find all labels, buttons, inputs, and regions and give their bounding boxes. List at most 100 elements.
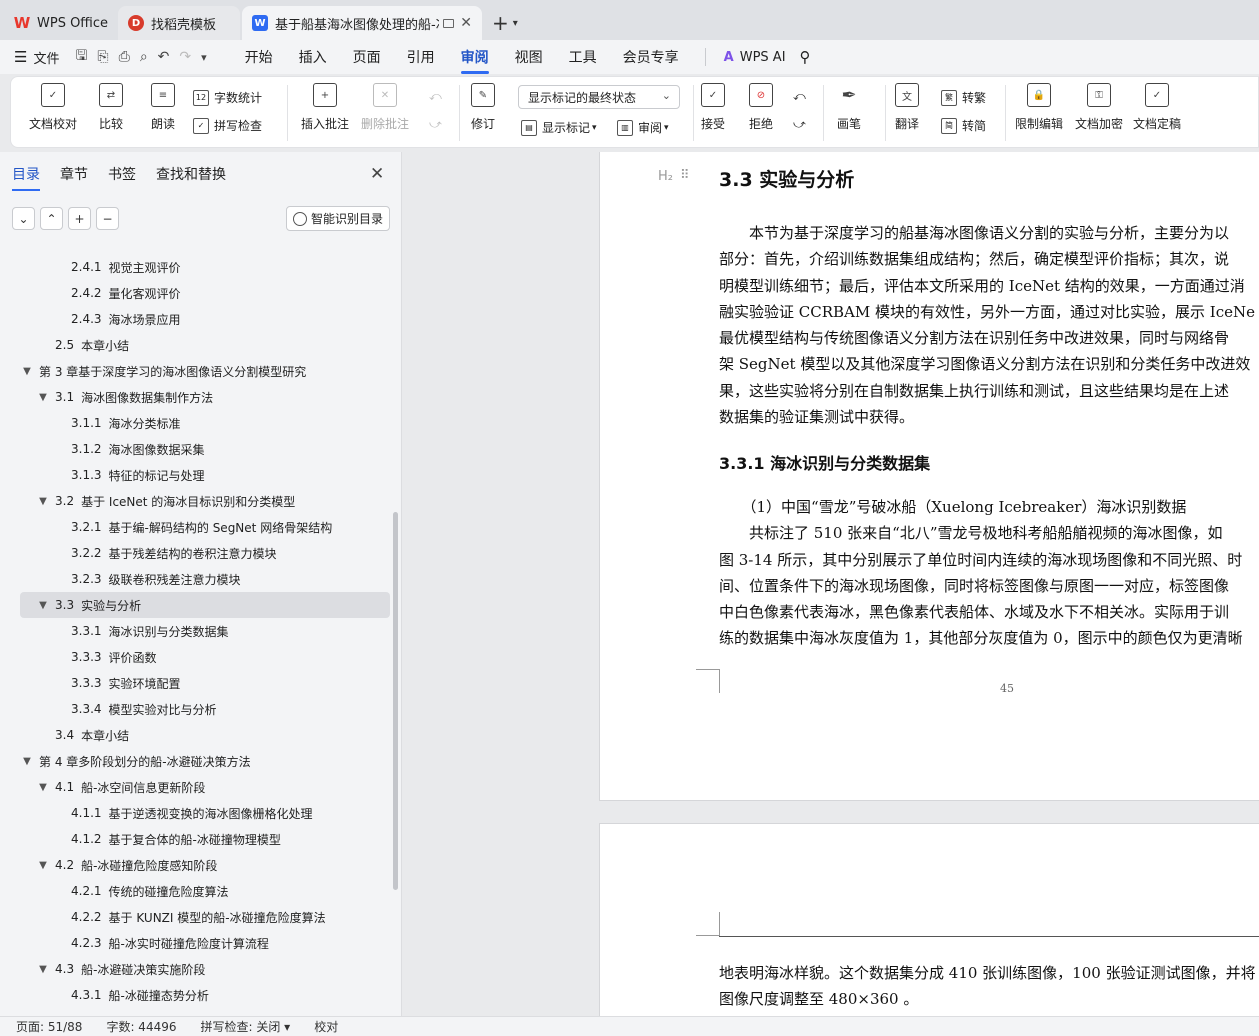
monitor-icon[interactable] [443,18,455,28]
toc-item[interactable]: ▼ 3.2 基于 IceNet 的海冰目标识别和分类模型 [20,488,390,514]
translate-button[interactable]: 文 翻译 [895,83,919,132]
toc-item[interactable]: 3.2.3 级联卷积残差注意力模块 [20,566,390,592]
toc-item[interactable]: 3.4 本章小结 [20,722,390,748]
menu-tools[interactable]: 工具 [569,47,597,67]
word-count-indicator[interactable]: 字数: 44496 [106,1018,176,1035]
doc-check-button[interactable]: ✓ 文档校对 [29,83,77,132]
toc-item[interactable]: 3.1.3 特征的标记与处理 [20,462,390,488]
drag-handle-icon[interactable]: ⠿ [680,168,689,183]
menu-view[interactable]: 视图 [515,47,543,67]
toc-item[interactable]: 2.4.2 量化客观评价 [20,280,390,306]
toc-item[interactable]: ▼ 4.3 船-冰避碰决策实施阶段 [20,956,390,982]
spell-check-status[interactable]: 拼写检查: 关闭 ▾ [201,1018,291,1035]
toc-item[interactable]: ▼ 第 4 章多阶段划分的船-冰避碰决策方法 [20,748,390,774]
menu-member[interactable]: 会员专享 [623,47,679,67]
toc-item[interactable]: 2.4.1 视觉主观评价 [20,254,390,280]
undo-icon[interactable]: ↶ [158,49,170,65]
wps-ai-button[interactable]: A WPS AI [724,50,786,65]
toc-item[interactable]: 4.2.3 船-冰实时碰撞危险度计算流程 [20,930,390,956]
expand-arrow-icon[interactable]: ▼ [36,782,50,793]
toc-item[interactable]: 3.3.1 海冰识别与分类数据集 [20,618,390,644]
redo-icon[interactable]: ↷ [179,49,191,65]
expand-arrow-icon[interactable]: ▼ [20,756,34,767]
expand-arrow-icon[interactable]: ▼ [20,366,34,377]
search-icon[interactable]: ⚲ [800,48,811,66]
expand-arrow-icon[interactable]: ▼ [36,600,50,611]
tab-document[interactable]: W 基于船基海冰图像处理的船-冰 ✕ [242,6,482,40]
tab-bookmarks[interactable]: 书签 [108,164,136,184]
toc-item[interactable]: 3.1.1 海冰分类标准 [20,410,390,436]
file-menu[interactable]: ☰ 文件 [14,48,59,67]
to-traditional-button[interactable]: 繁 转繁 [941,89,986,106]
toc-item[interactable]: ▼ 第 3 章基于深度学习的海冰图像语义分割模型研究 [20,358,390,384]
expand-arrow-icon[interactable]: ▼ [36,496,50,507]
close-icon[interactable]: ✕ [370,164,384,184]
insert-comment-button[interactable]: + 插入批注 [301,83,349,132]
toc-item[interactable]: 3.3.3 评价函数 [20,644,390,670]
finalize-button[interactable]: ✓ 文档定稿 [1133,83,1181,132]
accept-button[interactable]: ✓ 接受 [701,83,725,132]
menu-page[interactable]: 页面 [353,47,381,67]
tab-find-replace[interactable]: 查找和替换 [156,164,226,184]
toc-item[interactable]: ▼ 4.1 船-冰空间信息更新阶段 [20,774,390,800]
toc-item[interactable]: 4.1.2 基于复合体的船-冰碰撞物理模型 [20,826,390,852]
toc-item[interactable]: 3.3.3 实验环境配置 [20,670,390,696]
add-heading-button[interactable]: + [68,207,91,230]
print-icon[interactable]: ⎙ [119,49,130,65]
expand-arrow-icon[interactable]: ▼ [36,860,50,871]
toc-item[interactable]: 4.2.2 基于 KUNZI 模型的船-冰碰撞危险度算法 [20,904,390,930]
chevron-down-icon[interactable]: ▾ [513,18,518,29]
tab-wps-office[interactable]: W WPS Office [4,6,116,40]
close-tab-icon[interactable]: ✕ [460,15,472,31]
remove-heading-button[interactable]: − [96,207,119,230]
share-icon[interactable]: ⎘ [97,49,108,65]
menu-start[interactable]: 开始 [245,47,273,67]
restrict-edit-button[interactable]: 🔒 限制编辑 [1015,83,1063,132]
new-tab-button[interactable]: + ▾ [484,6,526,40]
menu-insert[interactable]: 插入 [299,47,327,67]
toc-item[interactable]: 4.2.1 传统的碰撞危险度算法 [20,878,390,904]
toc-item[interactable]: 3.3.4 模型实验对比与分析 [20,696,390,722]
toc-item[interactable]: 2.4.3 海冰场景应用 [20,306,390,332]
tab-sections[interactable]: 章节 [60,164,88,184]
more-chevron-icon[interactable]: ▾ [201,51,207,64]
tab-docer-templates[interactable]: D 找稻壳模板 [118,6,240,40]
compare-button[interactable]: ⇄ 比较 [99,83,123,132]
expand-arrow-icon[interactable]: ▼ [36,392,50,403]
review-pane-button[interactable]: ▥ 审阅 ▾ [617,119,669,136]
toc-item[interactable]: 4.1.1 基于逆透视变换的海冰图像栅格化处理 [20,800,390,826]
toc-item[interactable]: ▼ 3.1 海冰图像数据集制作方法 [20,384,390,410]
prev-comment-icon[interactable]: ⤺ [429,89,442,104]
expand-down-button[interactable]: ⌄ [12,207,35,230]
proofread-status[interactable]: 校对 [314,1018,338,1035]
encrypt-button[interactable]: ⚿ 文档加密 [1075,83,1123,132]
toc-item[interactable]: 3.2.2 基于残差结构的卷积注意力模块 [20,540,390,566]
collapse-up-button[interactable]: ⌃ [40,207,63,230]
markup-state-select[interactable]: 显示标记的最终状态 ⌄ [518,85,680,109]
toc-item[interactable]: 3.1.2 海冰图像数据采集 [20,436,390,462]
toc-item[interactable]: 2.5 本章小结 [20,332,390,358]
spell-check-button[interactable]: ✓ 拼写检查 [193,117,262,134]
revise-button[interactable]: ✎ 修订 [471,83,495,132]
tab-toc[interactable]: 目录 [12,164,40,191]
toc-item[interactable]: 4.3.1 船-冰碰撞态势分析 [20,982,390,1008]
pen-button[interactable]: ✒ 画笔 [837,83,861,132]
expand-arrow-icon[interactable]: ▼ [36,964,50,975]
to-simplified-button[interactable]: 简 转简 [941,117,986,134]
menu-review[interactable]: 审阅 [460,47,489,74]
toc-item[interactable]: 3.2.1 基于编-解码结构的 SegNet 网络骨架结构 [20,514,390,540]
reject-button[interactable]: ⊘ 拒绝 [749,83,773,132]
read-aloud-button[interactable]: ≡ 朗读 [151,83,175,132]
delete-comment-button[interactable]: ✕ 删除批注 [361,83,409,132]
print-preview-icon[interactable]: ⌕ [140,49,148,65]
smart-toc-button[interactable]: 智能识别目录 [286,206,390,231]
nav-scrollbar[interactable] [393,512,398,890]
toc-item[interactable]: ▼ 3.3 实验与分析 [20,592,390,618]
word-count-button[interactable]: 12 字数统计 [193,89,262,106]
toc-item[interactable]: ▼ 4.2 船-冰碰撞危险度感知阶段 [20,852,390,878]
next-change-icon[interactable]: ⤻ [793,117,806,132]
prev-change-icon[interactable]: ⤺ [793,89,806,104]
show-markup-button[interactable]: ▤ 显示标记 ▾ [521,119,597,136]
save-icon[interactable]: 🖫 [75,45,87,69]
page-indicator[interactable]: 页面: 51/88 [16,1018,82,1035]
